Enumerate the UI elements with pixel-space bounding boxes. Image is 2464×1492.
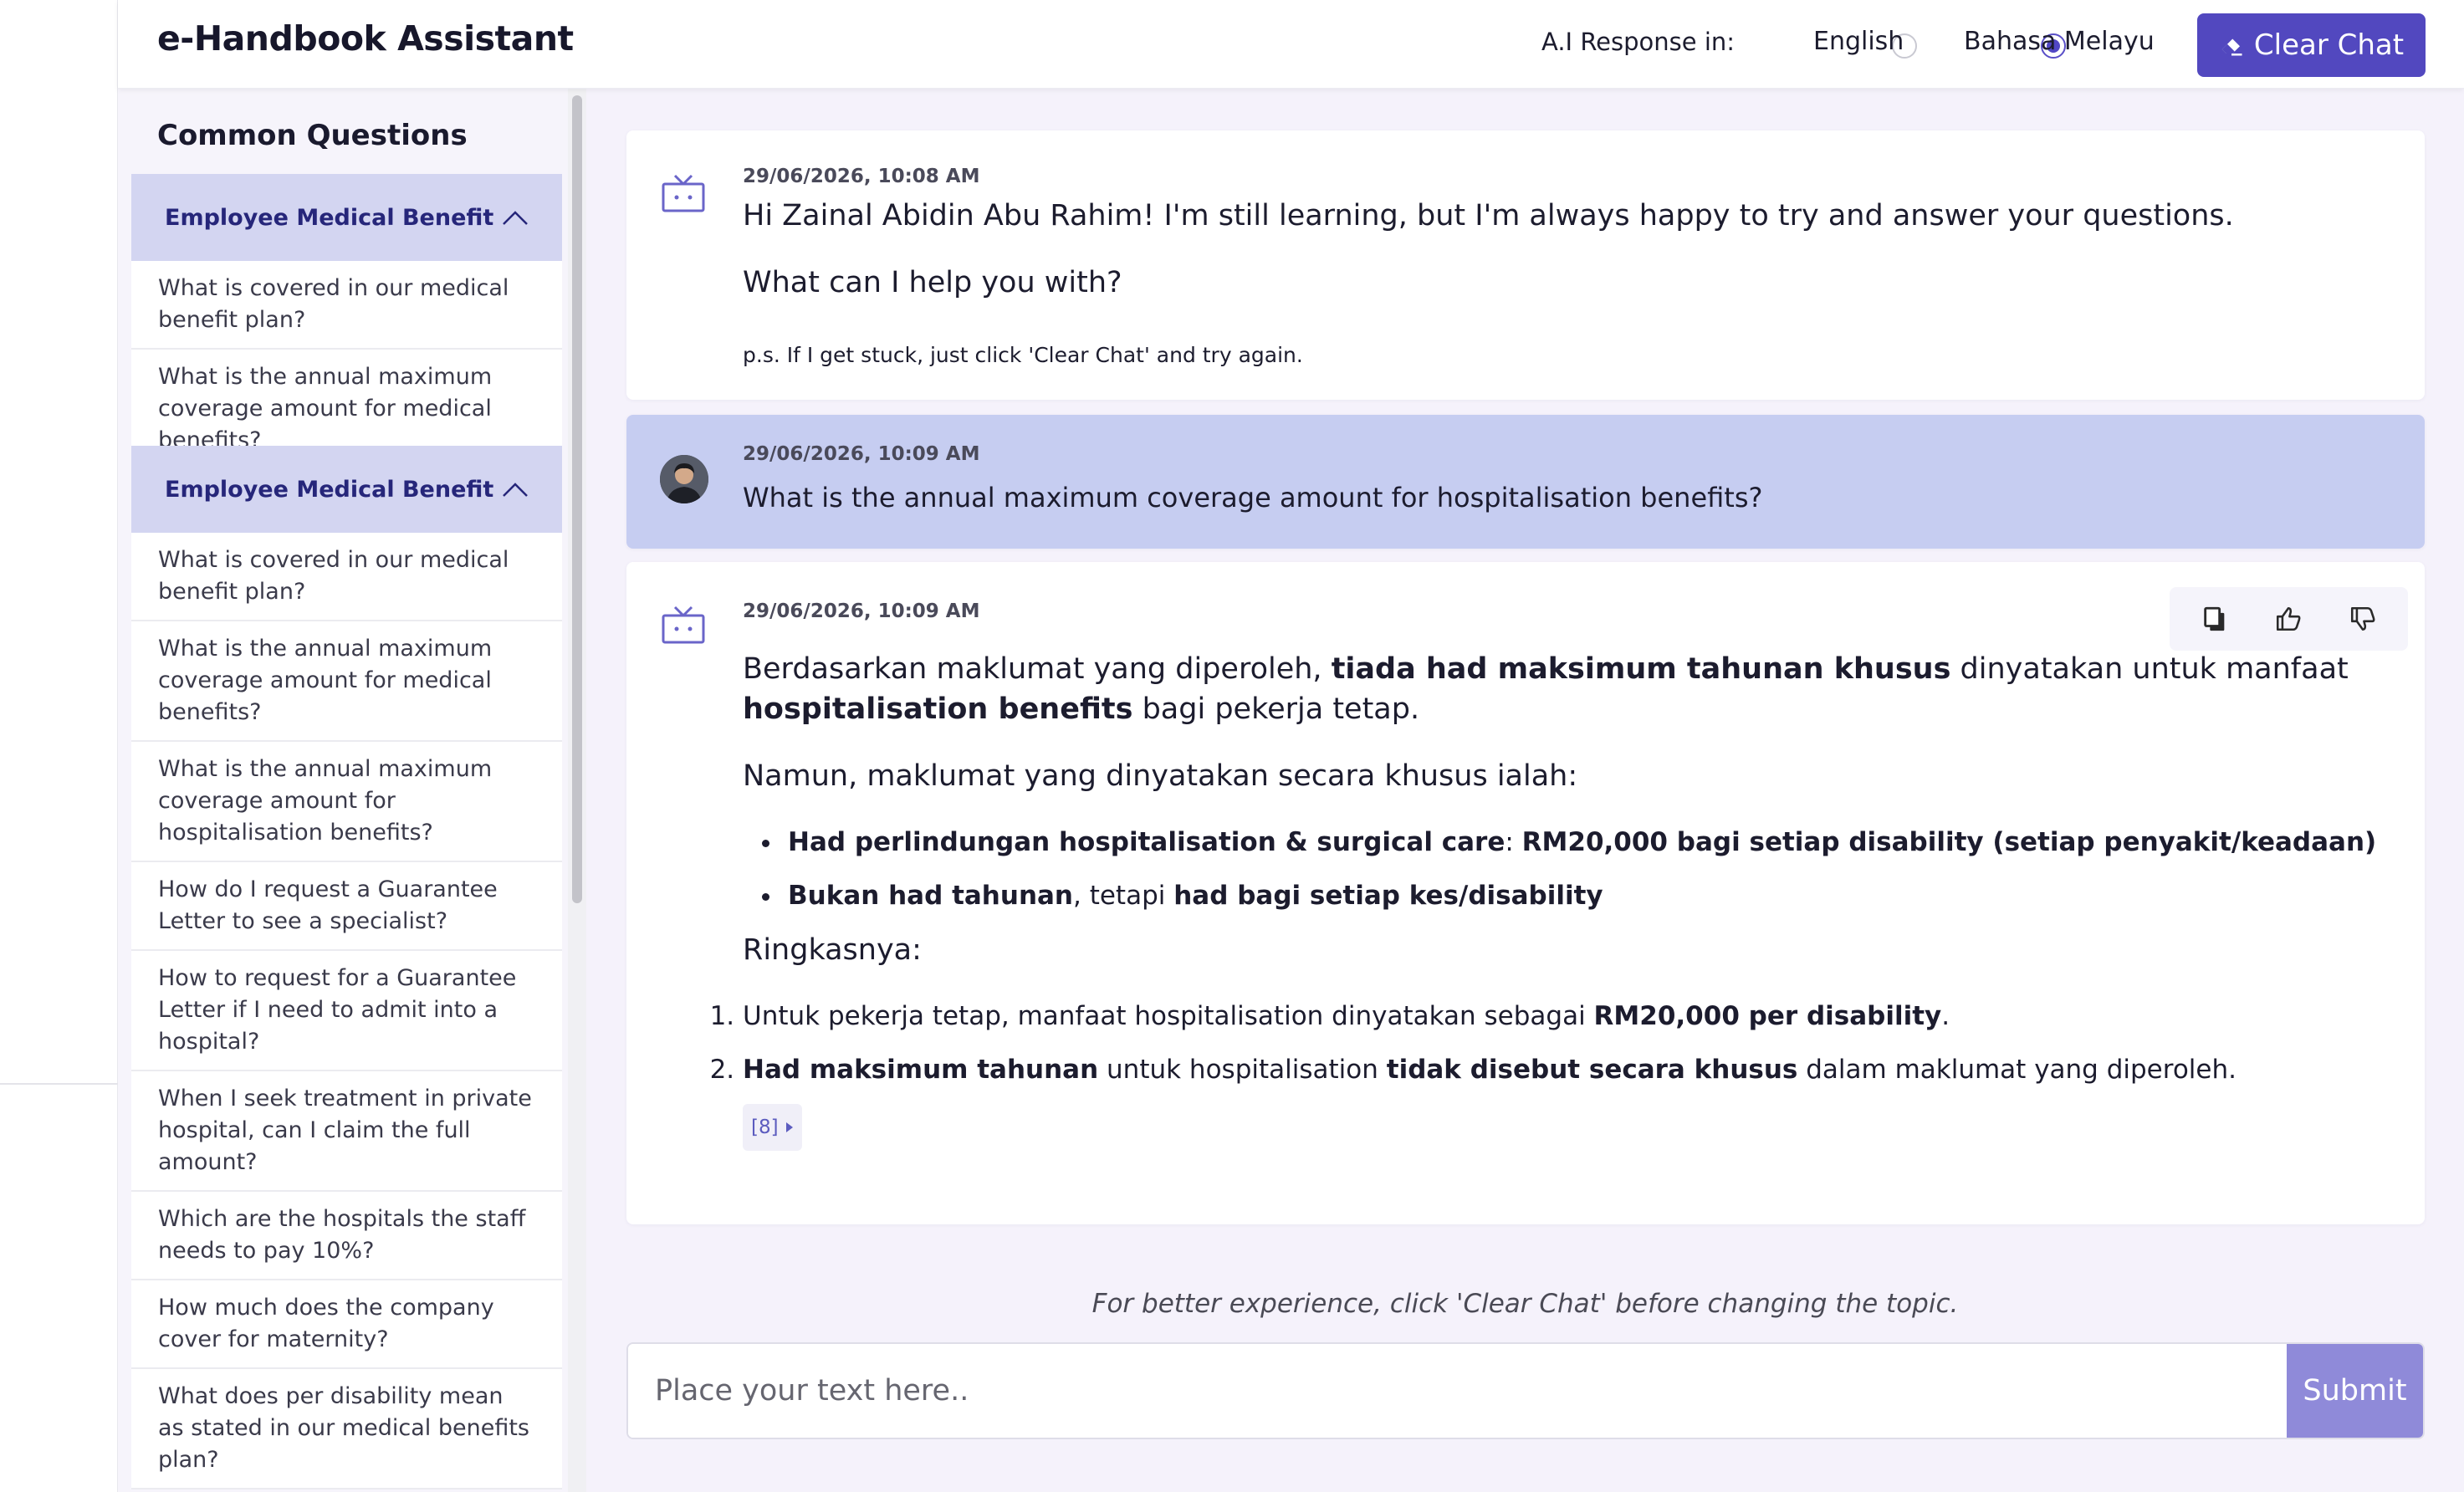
message-paragraph: Namun, maklumat yang dinyatakan secara k… (743, 759, 1578, 793)
app: e-Handbook Assistant A.I Response in: En… (118, 0, 2464, 1492)
eraser-icon (2221, 38, 2242, 56)
text-run-bold: RM20,000 per disability (1593, 1001, 1942, 1031)
avatar-image (660, 455, 708, 503)
caret-right-icon (785, 1122, 793, 1132)
message-text: What is the annual maximum coverage amou… (743, 482, 1763, 514)
text-run-bold: tiada had maksimum tahunan khusus (1331, 652, 1951, 686)
message-timestamp: 29/06/2026, 10:08 AM (743, 166, 980, 187)
text-run-bold: tidak disebut secara khusus (1386, 1055, 1798, 1085)
accordion-body: What is covered in our medical benefit p… (131, 533, 562, 1489)
submit-button[interactable]: Submit (2287, 1344, 2423, 1438)
sidebar-scrollbar-thumb[interactable] (572, 95, 582, 903)
divider (0, 1083, 118, 1085)
clear-chat-label: Clear Chat (2253, 28, 2405, 62)
accordion-header[interactable]: Employee Medical Benefit (131, 446, 562, 533)
text-run: Berdasarkan maklumat yang diperoleh, (743, 652, 1332, 686)
question-item[interactable]: Which are the hospitals the staff needs … (131, 1192, 562, 1280)
chat-input[interactable] (628, 1344, 2288, 1438)
user-avatar (660, 455, 708, 503)
accordion-header[interactable]: Employee Medical Benefit (131, 174, 562, 261)
message-timestamp: 29/06/2026, 10:09 AM (743, 443, 980, 465)
topic-hint: For better experience, click 'Clear Chat… (1091, 1289, 1959, 1319)
message-note: p.s. If I get stuck, just click 'Clear C… (743, 343, 1303, 367)
accordion-header-label: Employee Medical Benefit (165, 204, 494, 231)
assistant-message: 29/06/2026, 10:08 AM Hi Zainal Abidin Ab… (626, 130, 2425, 400)
thumbs-down-icon[interactable] (2349, 605, 2377, 633)
message-actions (2170, 587, 2408, 651)
reference-label: [8] (751, 1116, 779, 1138)
message-paragraph: Berdasarkan maklumat yang diperoleh, tia… (743, 649, 2390, 729)
text-run: , tetapi (1073, 881, 1174, 911)
message-paragraph: Ringkasnya: (743, 933, 922, 967)
numbered-item: Had maksimum tahunan untuk hospitalisati… (743, 1050, 2390, 1089)
text-run-bold: hospitalisation benefits (743, 692, 1133, 726)
accordion-group: Employee Medical Benefit What is covered… (131, 446, 562, 1489)
bot-tv-icon (662, 174, 705, 212)
text-run: untuk hospitalisation (1098, 1055, 1387, 1085)
numbered-item: Untuk pekerja tetap, manfaat hospitalisa… (743, 997, 2390, 1035)
sidebar-scrollbar[interactable] (568, 89, 586, 1492)
numbered-list: Untuk pekerja tetap, manfaat hospitalisa… (743, 997, 2390, 1089)
text-run: . (1941, 1001, 1950, 1031)
chat-input-area: Submit (626, 1342, 2425, 1439)
question-item[interactable]: How much does the company cover for mate… (131, 1280, 562, 1369)
accordion-group: Employee Medical Benefit What is covered… (131, 174, 562, 447)
bullet-item: Bukan had tahunan, tetapi had bagi setia… (783, 876, 2390, 915)
header: e-Handbook Assistant A.I Response in: En… (118, 0, 2464, 89)
question-item[interactable]: When I seek treatment in private hospita… (131, 1071, 562, 1192)
assistant-message: 29/06/2026, 10:09 AM Berdasarkan makluma… (626, 562, 2425, 1224)
app-title: e-Handbook Assistant (157, 18, 574, 59)
message-text: Hi Zainal Abidin Abu Rahim! I'm still le… (743, 199, 2234, 232)
question-item[interactable]: What is the annual maximum coverage amou… (131, 742, 562, 862)
chat-panel: 29/06/2026, 10:08 AM Hi Zainal Abidin Ab… (586, 89, 2464, 1492)
bot-tv-icon (662, 605, 705, 644)
accordion-header-label: Employee Medical Benefit (165, 476, 494, 503)
question-item[interactable]: What is the annual maximum coverage amou… (131, 621, 562, 742)
text-run-bold: had bagi setiap kes/disability (1173, 881, 1603, 911)
question-item[interactable]: What does per disability mean as stated … (131, 1369, 562, 1489)
accordion-body: What is covered in our medical benefit p… (131, 261, 562, 447)
text-run: Untuk pekerja tetap, manfaat hospitalisa… (743, 1001, 1594, 1031)
thumbs-up-icon[interactable] (2274, 605, 2303, 633)
message-body: Berdasarkan maklumat yang diperoleh, tia… (743, 649, 2390, 1151)
sidebar: Common Questions Employee Medical Benefi… (118, 89, 586, 1492)
text-run: bagi pekerja tetap. (1132, 692, 1420, 726)
text-run: dinyatakan untuk manfaat (1950, 652, 2349, 686)
chevron-up-icon (503, 211, 528, 225)
question-item[interactable]: What is covered in our medical benefit p… (131, 533, 562, 621)
text-run: : (1505, 827, 1522, 857)
text-run-bold: RM20,000 bagi setiap disability (setiap … (1521, 827, 2377, 857)
clear-chat-button[interactable]: Clear Chat (2197, 13, 2426, 77)
message-timestamp: 29/06/2026, 10:09 AM (743, 600, 980, 622)
message-text: What can I help you with? (743, 266, 1122, 299)
text-run: dalam maklumat yang diperoleh. (1797, 1055, 2237, 1085)
left-gutter (0, 0, 118, 1492)
bullet-item: Had perlindungan hospitalisation & surgi… (783, 823, 2390, 861)
text-run-bold: Had perlindungan hospitalisation & surgi… (788, 827, 1505, 857)
text-run-bold: Bukan had tahunan (788, 881, 1073, 911)
question-item[interactable]: How to request for a Guarantee Letter if… (131, 951, 562, 1071)
chevron-up-icon (503, 483, 528, 497)
response-language-label: A.I Response in: (1541, 28, 1736, 56)
text-run-bold: Had maksimum tahunan (743, 1055, 1099, 1085)
sidebar-title: Common Questions (157, 119, 468, 152)
copy-icon[interactable] (2201, 605, 2229, 633)
malay-radio-label[interactable]: Bahasa Melayu (1964, 27, 2155, 56)
user-message: 29/06/2026, 10:09 AM What is the annual … (626, 415, 2425, 549)
bullet-list: Had perlindungan hospitalisation & surgi… (783, 823, 2390, 915)
reference-chip[interactable]: [8] (743, 1104, 802, 1151)
english-radio-label[interactable]: English (1813, 27, 1904, 56)
question-item[interactable]: What is the annual maximum coverage amou… (131, 350, 562, 447)
question-item[interactable]: What is covered in our medical benefit p… (131, 261, 562, 350)
question-item[interactable]: How do I request a Guarantee Letter to s… (131, 862, 562, 951)
